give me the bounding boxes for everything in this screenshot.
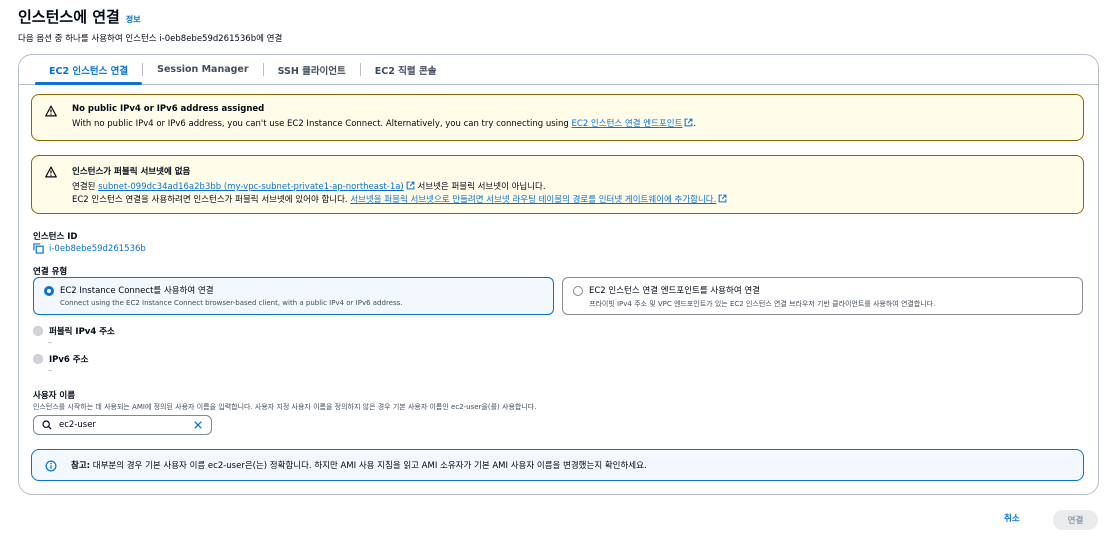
ec2-endpoint-link[interactable]: EC2 인스턴스 연결 엔드포인트 (572, 119, 683, 129)
radio-option-title: EC2 Instance Connect를 사용하여 연결 (60, 286, 214, 296)
note-bold: 참고: (71, 461, 91, 471)
connect-panel: EC2 인스턴스 연결 Session Manager SSH 클라이언트 EC… (18, 54, 1099, 495)
radio-ec2-endpoint[interactable]: EC2 인스턴스 연결 엔드포인트를 사용하여 연결 프라이빗 IPv4 주소 … (562, 277, 1083, 315)
public-ipv4-label: 퍼블릭 IPv4 주소 (49, 327, 115, 337)
ipv6-value: – (48, 366, 52, 375)
info-alert-note: 참고: 대부분의 경우 기본 사용자 이름 ec2-user은(는) 정확합니다… (31, 449, 1084, 481)
external-link-icon (684, 118, 693, 127)
alert-text-prefix: 연결된 (72, 182, 99, 192)
username-label: 사용자 이름 (33, 391, 76, 401)
alert-text-suffix: . (693, 119, 697, 129)
alert-line-2: EC2 인스턴스 연결을 사용하려면 인스턴스가 퍼블릭 서브넷에 있어야 합니… (72, 194, 1071, 207)
radio-option-desc: Connect using the EC2 Instance Connect b… (60, 299, 403, 307)
connection-type-label: 연결 유형 (33, 267, 68, 277)
search-icon (42, 420, 52, 430)
ipv6-label: IPv6 주소 (49, 355, 89, 365)
public-ipv4-option: 퍼블릭 IPv4 주소 (33, 325, 115, 337)
radio-option-desc: 프라이빗 IPv4 주소 및 VPC 엔드포인트가 있는 EC2 인스턴스 연결… (589, 300, 936, 308)
page-title: 인스턴스에 연결 (18, 8, 120, 26)
instance-id-label: 인스턴스 ID (33, 232, 78, 242)
alert-title: 인스턴스가 퍼블릭 서브넷에 없음 (72, 167, 191, 177)
clear-icon[interactable] (193, 420, 203, 430)
info-icon (45, 460, 57, 472)
tab-ssh-client[interactable]: SSH 클라이언트 (264, 55, 360, 84)
radio-button-selected[interactable] (44, 286, 54, 296)
alert-text-suffix: 서브넷은 퍼블릭 서브넷이 아닙니다. (414, 182, 546, 192)
tab-bar: EC2 인스턴스 연결 Session Manager SSH 클라이언트 EC… (19, 55, 1098, 85)
username-description: 인스턴스를 시작하는 데 사용되는 AMI에 정의된 사용자 이름을 입력합니다… (33, 403, 537, 411)
external-link-icon (406, 181, 415, 190)
copy-icon[interactable] (33, 243, 44, 254)
note-body: 대부분의 경우 기본 사용자 이름 ec2-user은(는) 정확합니다. 하지… (90, 461, 647, 471)
alert-title: No public IPv4 or IPv6 address assigned (72, 104, 265, 114)
tab-ec2-instance-connect[interactable]: EC2 인스턴스 연결 (35, 55, 143, 85)
radio-option-title: EC2 인스턴스 연결 엔드포인트를 사용하여 연결 (589, 286, 760, 296)
page-subtitle: 다음 옵션 중 하나를 사용하여 인스턴스 i-0eb8ebe59d261536… (18, 34, 283, 44)
warning-icon (45, 166, 57, 178)
page-header: 인스턴스에 연결 정보 다음 옵션 중 하나를 사용하여 인스턴스 i-0eb8… (18, 6, 282, 44)
tab-ec2-serial-console[interactable]: EC2 직렬 콘솔 (361, 55, 451, 84)
instance-id-value: i-0eb8ebe59d261536b (49, 243, 146, 254)
radio-button-disabled (33, 354, 43, 364)
external-link-icon (718, 194, 727, 203)
warning-alert-not-public-subnet: 인스턴스가 퍼블릭 서브넷에 없음 연결된 subnet-099dc34ad16… (31, 155, 1084, 214)
connect-button[interactable]: 연결 (1053, 510, 1098, 530)
radio-button-disabled (33, 326, 43, 336)
username-input[interactable]: ec2-user (33, 415, 212, 435)
alert-text-prefix: EC2 인스턴스 연결을 사용하려면 인스턴스가 퍼블릭 서브넷에 있어야 합니… (72, 195, 351, 205)
cancel-button[interactable]: 취소 (1004, 512, 1020, 524)
warning-alert-no-public-ip: No public IPv4 or IPv6 address assigned … (31, 94, 1084, 141)
info-link[interactable]: 정보 (126, 14, 141, 25)
alert-text: With no public IPv4 or IPv6 address, you… (72, 118, 1071, 131)
instance-id-row: i-0eb8ebe59d261536b (33, 243, 146, 254)
radio-button[interactable] (573, 286, 583, 296)
ipv6-option: IPv6 주소 (33, 353, 88, 365)
alert-line-1: 연결된 subnet-099dc34ad16a2b3bb (my-vpc-sub… (72, 181, 1071, 194)
subnet-link[interactable]: subnet-099dc34ad16a2b3bb (my-vpc-subnet-… (98, 182, 404, 192)
radio-ec2-instance-connect[interactable]: EC2 Instance Connect를 사용하여 연결 Connect us… (33, 277, 554, 315)
route-table-link[interactable]: 서브넷을 퍼블릭 서브넷으로 만들려면 서브넷 라우팅 테이블의 경로를 인터넷… (350, 195, 716, 205)
warning-icon (45, 105, 57, 117)
alert-text-body: With no public IPv4 or IPv6 address, you… (72, 119, 572, 129)
public-ipv4-value: – (48, 338, 52, 347)
note-text: 참고: 대부분의 경우 기본 사용자 이름 ec2-user은(는) 정확합니다… (71, 459, 647, 471)
username-value[interactable]: ec2-user (59, 420, 186, 430)
tab-session-manager[interactable]: Session Manager (143, 55, 262, 84)
